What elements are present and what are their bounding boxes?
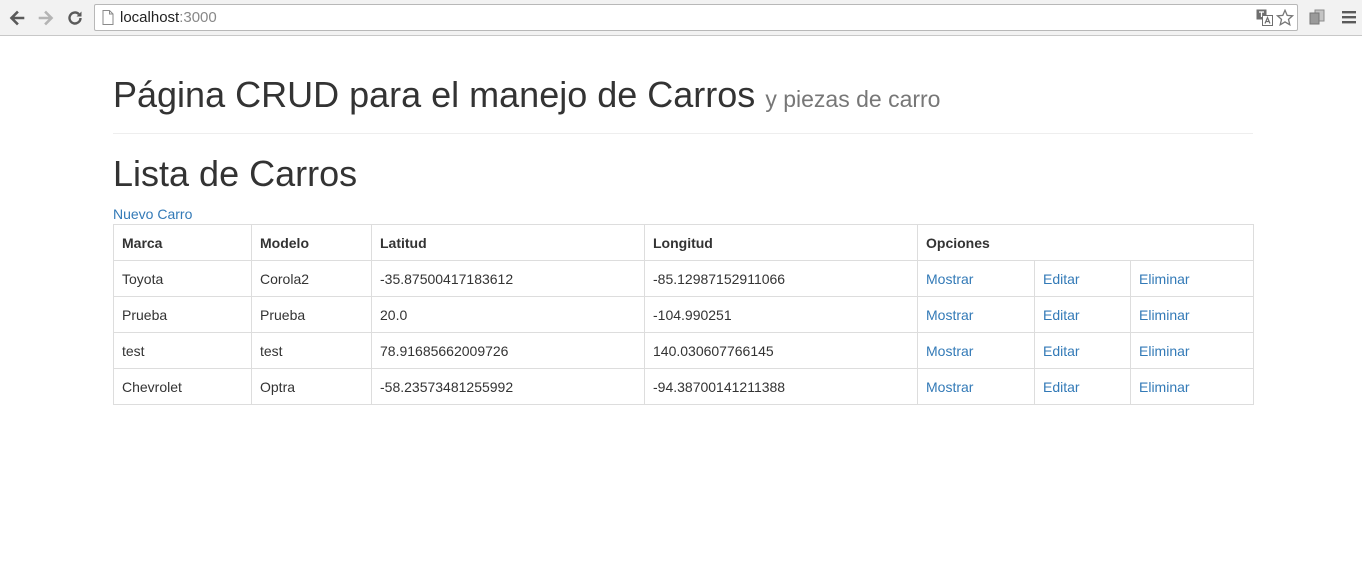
cell-marca: Prueba	[113, 296, 252, 333]
cell-modelo: Corola2	[251, 260, 372, 297]
column-header-opciones: Opciones	[916, 224, 1255, 261]
cell-delete: Eliminar	[1129, 296, 1255, 333]
address-bar[interactable]: localhost:3000	[94, 4, 1298, 31]
delete-link[interactable]: Eliminar	[1139, 271, 1190, 287]
translate-icon[interactable]	[1256, 9, 1273, 31]
table-header-row: Marca Modelo Latitud Longitud Opciones	[113, 224, 1255, 261]
url-port: :3000	[179, 9, 217, 26]
cell-longitud: 140.030607766145	[644, 332, 918, 369]
cell-show: Mostrar	[917, 260, 1035, 297]
cell-marca: Toyota	[113, 260, 252, 297]
page-title-text: Página CRUD para el manejo de Carros	[113, 74, 756, 115]
browser-toolbar: localhost:3000	[0, 0, 1362, 36]
cell-modelo: Optra	[251, 368, 372, 405]
table-row: Chevrolet Optra -58.23573481255992 -94.3…	[113, 368, 1255, 405]
cell-marca: test	[113, 332, 252, 369]
cell-show: Mostrar	[917, 296, 1035, 333]
page-subtitle: y piezas de carro	[765, 86, 941, 112]
forward-icon[interactable]	[36, 8, 56, 28]
table-row: Toyota Corola2 -35.87500417183612 -85.12…	[113, 260, 1255, 297]
section-title: Lista de Carros	[113, 153, 358, 194]
bookmark-star-icon[interactable]	[1275, 8, 1295, 32]
extensions-icon[interactable]	[1308, 8, 1326, 31]
column-header-longitud: Longitud	[644, 224, 918, 261]
column-header-marca: Marca	[113, 224, 252, 261]
cell-marca: Chevrolet	[113, 368, 252, 405]
column-header-latitud: Latitud	[371, 224, 645, 261]
cell-edit: Editar	[1034, 332, 1131, 369]
cell-show: Mostrar	[917, 368, 1035, 405]
edit-link[interactable]: Editar	[1043, 307, 1080, 323]
back-icon[interactable]	[7, 8, 27, 28]
url-text: localhost:3000	[120, 9, 217, 27]
table-row: Prueba Prueba 20.0 -104.990251 Mostrar E…	[113, 296, 1255, 333]
url-host: localhost	[120, 9, 180, 26]
column-header-modelo: Modelo	[251, 224, 372, 261]
show-link[interactable]: Mostrar	[926, 379, 973, 395]
edit-link[interactable]: Editar	[1043, 271, 1080, 287]
cell-delete: Eliminar	[1129, 332, 1255, 369]
cell-longitud: -94.38700141211388	[644, 368, 918, 405]
show-link[interactable]: Mostrar	[926, 307, 973, 323]
show-link[interactable]: Mostrar	[926, 343, 973, 359]
cell-longitud: -104.990251	[644, 296, 918, 333]
cell-longitud: -85.12987152911066	[644, 260, 918, 297]
cell-latitud: 78.91685662009726	[371, 332, 645, 369]
show-link[interactable]: Mostrar	[926, 271, 973, 287]
delete-link[interactable]: Eliminar	[1139, 343, 1190, 359]
cell-edit: Editar	[1034, 260, 1131, 297]
cell-edit: Editar	[1034, 296, 1131, 333]
cell-show: Mostrar	[917, 332, 1035, 369]
cell-latitud: 20.0	[371, 296, 645, 333]
cell-latitud: -58.23573481255992	[371, 368, 645, 405]
cell-delete: Eliminar	[1129, 368, 1255, 405]
page-icon	[102, 10, 114, 30]
new-car-link[interactable]: Nuevo Carro	[113, 205, 192, 223]
edit-link[interactable]: Editar	[1043, 343, 1080, 359]
header-divider	[113, 133, 1253, 134]
delete-link[interactable]: Eliminar	[1139, 307, 1190, 323]
delete-link[interactable]: Eliminar	[1139, 379, 1190, 395]
edit-link[interactable]: Editar	[1043, 379, 1080, 395]
page-title: Página CRUD para el manejo de Carros y p…	[113, 72, 940, 122]
cell-delete: Eliminar	[1129, 260, 1255, 297]
cell-latitud: -35.87500417183612	[371, 260, 645, 297]
table-row: test test 78.91685662009726 140.03060776…	[113, 332, 1255, 369]
cell-modelo: test	[251, 332, 372, 369]
cell-modelo: Prueba	[251, 296, 372, 333]
menu-icon[interactable]	[1341, 8, 1357, 31]
cars-table: Marca Modelo Latitud Longitud Opciones T…	[113, 224, 1255, 405]
reload-icon[interactable]	[65, 8, 85, 28]
cell-edit: Editar	[1034, 368, 1131, 405]
